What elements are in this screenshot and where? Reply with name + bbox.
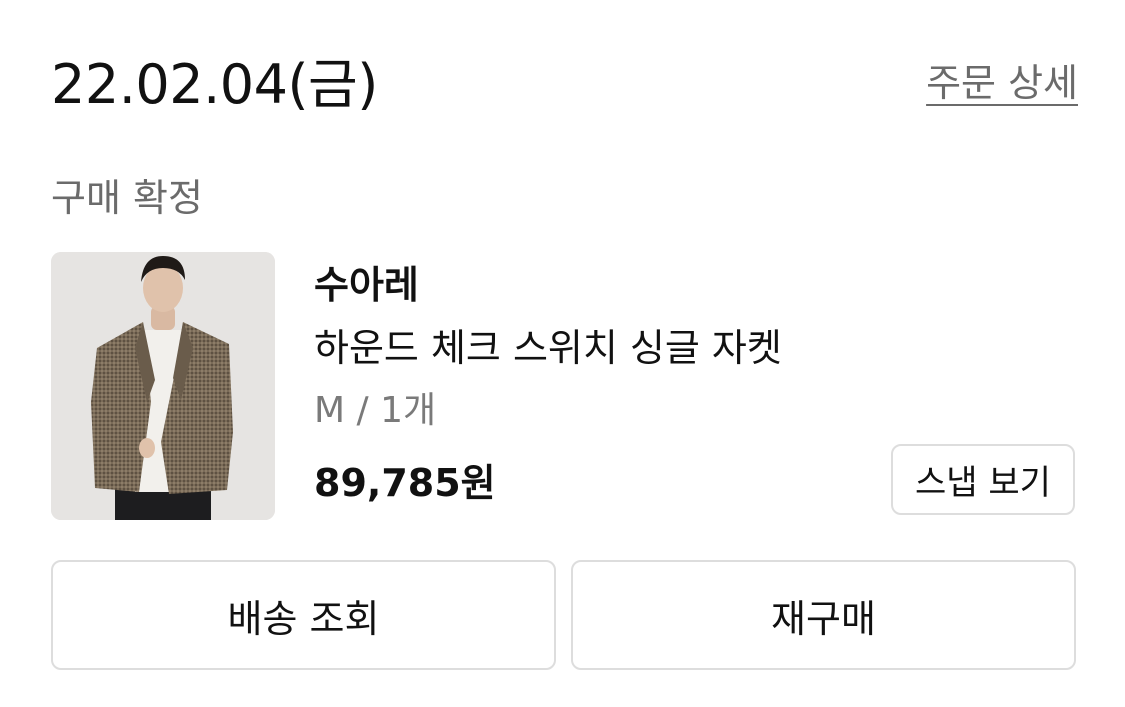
product-image[interactable] [51,252,275,520]
snap-view-button[interactable]: 스냅 보기 [891,444,1075,515]
order-detail-link[interactable]: 주문 상세 [926,60,1078,106]
order-status: 구매 확정 [51,176,203,220]
delivery-tracking-button[interactable]: 배송 조회 [51,560,556,670]
product-price: 89,785원 [314,461,496,505]
order-date: 22.02.04(금) [51,53,378,116]
rebuy-button[interactable]: 재구매 [571,560,1076,670]
product-option: M / 1개 [314,390,437,431]
product-brand[interactable]: 수아레 [314,262,419,308]
product-name[interactable]: 하운드 체크 스위치 싱글 자켓 [314,325,782,371]
